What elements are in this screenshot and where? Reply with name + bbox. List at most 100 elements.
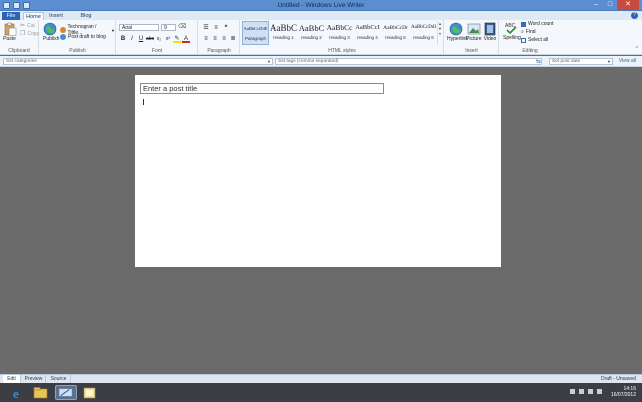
maximize-button[interactable]: □	[603, 0, 617, 10]
hyperlink-button[interactable]: Hyperlink	[447, 22, 468, 42]
style-heading-6[interactable]: AaBbCcDdI Heading 6	[410, 21, 437, 45]
taskbar-live-writer[interactable]	[55, 385, 77, 400]
cut-button[interactable]: ✂ Cut	[20, 22, 35, 30]
bullet-list-icon[interactable]: ☰	[202, 24, 210, 32]
publish-button[interactable]: Publish	[43, 22, 60, 42]
collapse-ribbon-icon[interactable]: ^	[636, 46, 638, 52]
scissors-icon: ✂	[20, 23, 26, 29]
cut-label: Cut	[27, 22, 35, 29]
align-center-icon[interactable]: ≡	[211, 35, 219, 43]
categories-field[interactable]: Set categories ▼	[3, 58, 273, 65]
select-all-button[interactable]: Select all	[521, 37, 548, 43]
word-count-button[interactable]: Word count	[521, 21, 553, 27]
binoculars-icon: ⌕	[521, 29, 524, 35]
style-name: Heading 1	[273, 35, 294, 40]
justify-icon[interactable]: ≣	[229, 35, 237, 43]
tab-edit[interactable]: Edit	[3, 375, 21, 383]
align-buttons: ≡ ≡ ≡ ≣	[202, 35, 237, 43]
style-sample: AaBbCcDdI	[411, 25, 436, 30]
style-name: Paragraph	[244, 36, 266, 41]
volume-icon[interactable]	[597, 389, 602, 394]
style-heading-2[interactable]: AaBbC Heading 2	[298, 21, 325, 45]
style-heading-5[interactable]: AaBbCcDr Heading 5	[382, 21, 409, 45]
system-tray	[570, 389, 602, 394]
picture-icon	[467, 23, 480, 35]
post-page[interactable]: Enter a post title	[135, 75, 501, 267]
view-all-link[interactable]: View all	[619, 58, 636, 64]
picture-button[interactable]: Picture	[466, 22, 482, 42]
style-heading-3[interactable]: AaBbCc Heading 3	[326, 21, 353, 45]
post-title-input[interactable]: Enter a post title	[140, 83, 384, 94]
style-sample: AaBbCcDr	[383, 25, 408, 31]
post-properties-bar: Set categories ▼ Set tags (comma separat…	[0, 56, 642, 67]
picture-label: Picture	[466, 36, 482, 42]
word-count-icon	[521, 21, 526, 27]
style-name: Heading 5	[385, 35, 406, 40]
refresh-icon[interactable]: ⇆	[536, 58, 541, 65]
post-draft-button[interactable]: Post draft to blog	[60, 34, 106, 40]
publish-label: Publish	[43, 36, 60, 42]
superscript-icon[interactable]: x²	[164, 35, 172, 43]
help-icon[interactable]: ?	[631, 12, 638, 19]
clock-date: 16/07/2012	[610, 392, 636, 398]
font-family-select[interactable]: Arial	[119, 24, 159, 31]
internet-explorer-icon: e	[13, 386, 19, 401]
paragraph-group-label: Paragraph	[207, 48, 231, 54]
copy-button[interactable]: ❐ Copy	[20, 30, 39, 38]
video-icon	[484, 22, 496, 36]
highlight-icon[interactable]: ✎	[173, 35, 181, 43]
clock[interactable]: 14:16 16/07/2012	[611, 386, 636, 398]
style-sample: AaBbCc	[326, 23, 353, 32]
ribbon: Paste ✂ Cut ❐ Copy Clipboard Publish Tec…	[0, 20, 642, 55]
subscript-icon[interactable]: x₂	[155, 35, 163, 43]
font-size-select[interactable]: 9	[161, 24, 176, 31]
post-draft-label: Post draft to blog	[68, 34, 106, 40]
tab-home[interactable]: Home	[23, 12, 44, 20]
network-icon[interactable]	[588, 389, 593, 394]
style-heading-1[interactable]: AaBbC Heading 1	[270, 21, 297, 45]
tab-preview[interactable]: Preview	[22, 375, 46, 383]
taskbar-files[interactable]	[81, 385, 98, 400]
strikethrough-icon[interactable]: abc	[146, 35, 154, 43]
italic-icon[interactable]: I	[128, 35, 136, 43]
tray-arrow-icon[interactable]	[570, 389, 575, 394]
paste-button[interactable]: Paste	[3, 22, 17, 42]
taskbar-explorer[interactable]	[32, 385, 49, 400]
taskbar-ie[interactable]: e	[10, 385, 27, 401]
select-all-icon	[521, 37, 526, 43]
categories-placeholder: Set categories	[6, 59, 37, 64]
style-sample: AaBbCcI	[355, 24, 380, 31]
tab-blog-account[interactable]: Blog Account	[70, 12, 102, 27]
bold-icon[interactable]: B	[119, 35, 127, 43]
insert-group-label: Insert	[465, 48, 478, 54]
style-name: Heading 6	[413, 35, 434, 40]
font-color-icon[interactable]: A	[182, 35, 190, 43]
calendar-dropdown-icon: ▼	[607, 59, 611, 64]
numbered-list-icon[interactable]: ≡	[212, 24, 220, 32]
libraries-icon	[83, 387, 96, 399]
blockquote-icon[interactable]: ❝	[222, 24, 230, 32]
style-heading-4[interactable]: AaBbCcI Heading 4	[354, 21, 381, 45]
spelling-button[interactable]: ABC Spelling	[503, 21, 521, 41]
find-button[interactable]: ⌕ Find	[521, 29, 536, 35]
minimize-button[interactable]: –	[589, 0, 603, 10]
flag-icon[interactable]	[579, 389, 584, 394]
tags-field[interactable]: Set tags (comma separated)	[275, 58, 542, 65]
styles-scroll[interactable]: ▲ ▼ ▾	[437, 21, 442, 45]
tab-source[interactable]: Source	[47, 375, 71, 383]
status-text: Draft - Unsaved	[600, 376, 636, 382]
close-button[interactable]: ✕	[617, 0, 639, 10]
blog-icon	[60, 27, 66, 33]
align-left-icon[interactable]: ≡	[202, 35, 210, 43]
window-controls: – □ ✕	[589, 0, 639, 10]
list-buttons: ☰ ≡ ❝	[202, 24, 230, 32]
post-date-field[interactable]: Set post date ▼	[549, 58, 613, 65]
underline-icon[interactable]: U	[137, 35, 145, 43]
align-right-icon[interactable]: ≡	[220, 35, 228, 43]
clear-formatting-icon[interactable]: ⌫	[178, 23, 186, 30]
tab-insert[interactable]: Insert	[47, 12, 65, 20]
video-button[interactable]: Video	[483, 22, 497, 42]
style-paragraph[interactable]: AaBbCcDdE Paragraph	[242, 21, 269, 45]
tab-file[interactable]: File	[2, 12, 20, 20]
select-all-label: Select all	[528, 37, 549, 43]
